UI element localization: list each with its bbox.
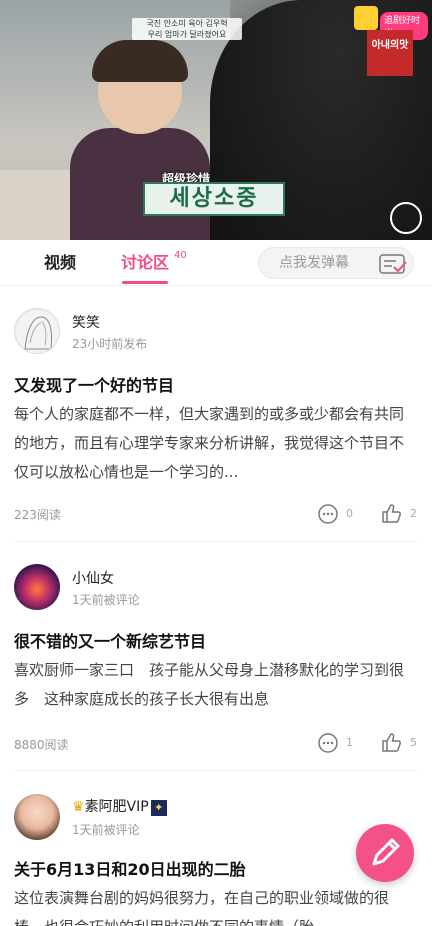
tab-discussion-count: 40	[174, 250, 187, 261]
post-meta: 1天前被评论	[72, 593, 140, 607]
comment-icon[interactable]	[317, 503, 339, 525]
sparkle-icon: ✦	[150, 800, 167, 816]
compose-post-button[interactable]	[356, 824, 414, 882]
like-icon[interactable]	[380, 731, 402, 753]
like-count: 2	[410, 507, 417, 520]
channel-watermark-icon	[390, 202, 422, 234]
post-body[interactable]: 喜欢厨师一家三口 孩子能从父母身上潜移默化的学习到很多 这种家庭成长的孩子长大很…	[14, 656, 418, 714]
crown-icon: ♛	[72, 799, 85, 815]
username[interactable]: 小仙女	[72, 568, 114, 588]
divider	[14, 541, 418, 542]
post-meta: 1天前被评论	[72, 823, 140, 837]
pencil-icon	[372, 838, 400, 866]
divider	[14, 770, 418, 771]
username[interactable]: 笑笑	[72, 312, 100, 332]
read-count: 223阅读	[14, 508, 61, 522]
active-tab-indicator	[122, 281, 168, 284]
post-body[interactable]: 这位表演舞台剧的妈妈很努力，在自己的职业领域做的很棒，也很会巧妙的利用时间做不同…	[14, 884, 418, 926]
avatar[interactable]	[14, 794, 60, 840]
tab-discussion[interactable]: 讨论区	[121, 240, 169, 286]
danmu-input[interactable]: 点我发弹幕	[258, 247, 414, 279]
username-text: 素阿肥VIP	[84, 799, 149, 815]
post-title[interactable]: 又发现了一个好的节目	[14, 372, 174, 396]
brand-logo-icon	[354, 6, 378, 30]
comment-count: 1	[346, 736, 353, 749]
danmu-settings-icon[interactable]	[379, 254, 407, 274]
show-logo: 아내의맛	[367, 30, 413, 76]
like-icon[interactable]	[380, 502, 402, 524]
comment-icon[interactable]	[317, 732, 339, 754]
avatar[interactable]	[14, 564, 60, 610]
video-top-caption: 국진 안소미 육아 김우혁 우리 엄마가 달라졌어요	[132, 18, 242, 40]
post-title[interactable]: 关于6月13日和20日出现的二胎	[14, 856, 246, 880]
post-meta: 23小时前发布	[72, 337, 148, 351]
like-count: 5	[410, 736, 417, 749]
tab-video[interactable]: 视频	[44, 240, 76, 286]
username[interactable]: ♛素阿肥VIP ✦	[72, 796, 167, 816]
post-card[interactable]: 笑笑 23小时前发布 又发现了一个好的节目 每个人的家庭都不一样，但大家遇到的或…	[0, 300, 432, 540]
video-caption-main: 세상소중	[143, 182, 285, 216]
video-brand-badge: 追剧好时光	[354, 6, 428, 40]
comment-count: 0	[346, 507, 353, 520]
danmu-placeholder: 点我发弹幕	[279, 255, 349, 271]
video-player[interactable]: 국진 안소미 육아 김우혁 우리 엄마가 달라졌어요 超级珍惜 세상소중 追剧好…	[0, 0, 432, 240]
read-count: 8880阅读	[14, 738, 69, 752]
post-body[interactable]: 每个人的家庭都不一样，但大家遇到的或多或少都会有共同的地方，而且有心理学专家来分…	[14, 400, 418, 487]
post-title[interactable]: 很不错的又一个新综艺节目	[14, 628, 206, 652]
post-card[interactable]: 小仙女 1天前被评论 很不错的又一个新综艺节目 喜欢厨师一家三口 孩子能从父母身…	[0, 556, 432, 766]
avatar[interactable]	[14, 308, 60, 354]
